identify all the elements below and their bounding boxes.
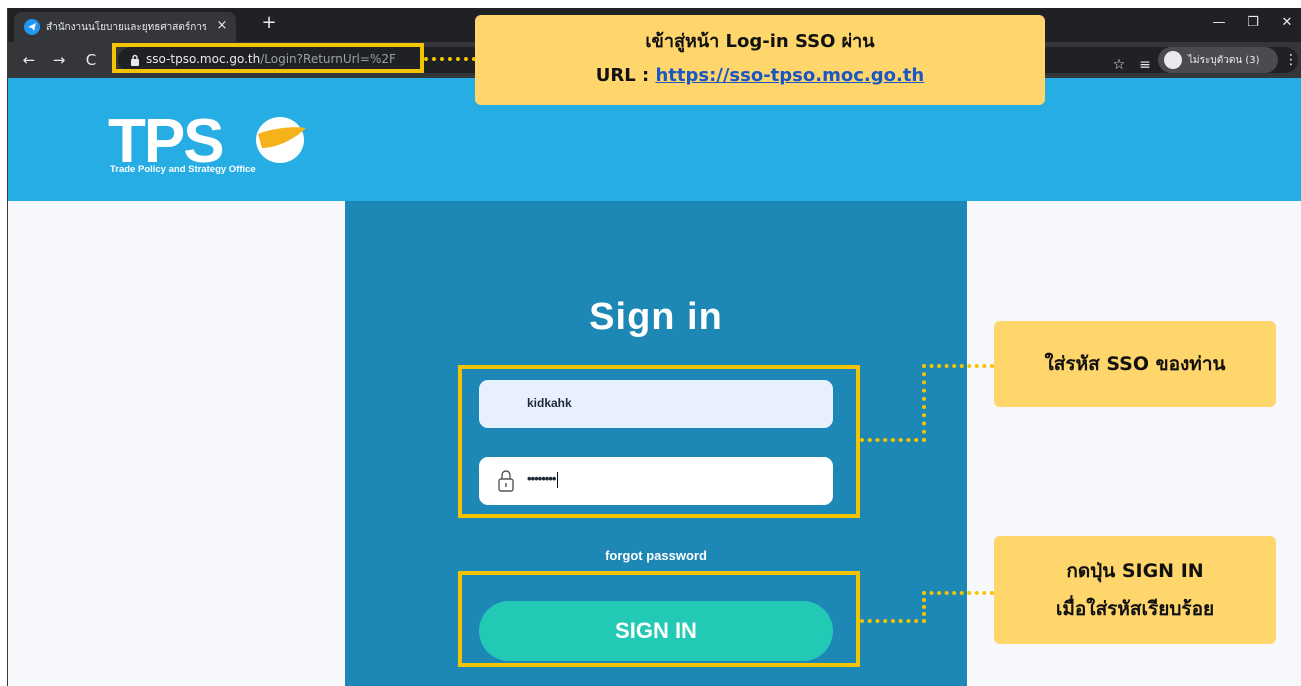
tab-close-icon[interactable]: ×	[212, 16, 232, 36]
credentials-callout: ใส่รหัส SSO ของท่าน	[994, 321, 1276, 407]
credentials-highlight-box	[458, 365, 860, 518]
profile-label: ไม่ระบุตัวตน (3)	[1188, 55, 1260, 66]
incognito-profile-button[interactable]: ไม่ระบุตัวตน (3)	[1158, 47, 1278, 73]
incognito-icon	[1164, 51, 1182, 69]
restore-button[interactable]: ❐	[1240, 12, 1266, 34]
close-window-button[interactable]: ✕	[1274, 12, 1300, 34]
sign-in-title: Sign in	[589, 296, 723, 338]
signin-connector-h	[860, 619, 926, 623]
minimize-button[interactable]: —	[1206, 12, 1232, 34]
browser-tab[interactable]: สำนักงานนโยบายและยุทธศาสตร์การค้า ×	[14, 12, 236, 42]
credentials-connector-h	[860, 438, 926, 442]
url-callout-prefix: URL :	[595, 65, 656, 86]
url-callout-line1: เข้าสู่หน้า Log-in SSO ผ่าน	[645, 31, 875, 52]
sso-url-link[interactable]: https://sso-tpso.moc.go.th	[655, 65, 924, 86]
back-icon[interactable]: ←	[18, 49, 40, 71]
signin-connector-v	[922, 591, 926, 623]
media-control-icon[interactable]: ≡	[1134, 54, 1156, 76]
forgot-password-link[interactable]: forgot password	[345, 548, 967, 563]
browser-menu-icon[interactable]: ⋮	[1280, 49, 1301, 71]
credentials-connector-v	[922, 364, 926, 442]
credentials-connector-top	[922, 364, 994, 368]
signin-highlight-box	[458, 571, 860, 667]
url-callout-line2: URL : https://sso-tpso.moc.go.th	[475, 59, 1045, 93]
new-tab-button[interactable]: +	[258, 12, 280, 34]
telegram-icon	[24, 19, 40, 35]
signin-callout-line1: กดปุ่น SIGN IN	[1066, 560, 1204, 582]
url-callout: เข้าสู่หน้า Log-in SSO ผ่าน URL : https:…	[475, 15, 1045, 105]
screenshot-frame: สำนักงานนโยบายและยุทธศาสตร์การค้า × + — …	[8, 8, 1301, 686]
signin-callout: กดปุ่น SIGN IN เมื่อใส่รหัสเรียบร้อย	[994, 536, 1276, 644]
signin-connector-top	[922, 591, 994, 595]
forward-icon[interactable]: →	[48, 49, 70, 71]
bookmark-star-icon[interactable]: ☆	[1108, 54, 1130, 76]
logo-tagline: Trade Policy and Strategy Office	[110, 164, 256, 175]
tab-title: สำนักงานนโยบายและยุทธศาสตร์การค้า	[46, 22, 206, 33]
url-connector-dots	[424, 57, 476, 61]
signin-callout-line2: เมื่อใส่รหัสเรียบร้อย	[1055, 598, 1215, 620]
reload-icon[interactable]: C	[80, 49, 102, 71]
url-highlight-box	[112, 43, 424, 73]
